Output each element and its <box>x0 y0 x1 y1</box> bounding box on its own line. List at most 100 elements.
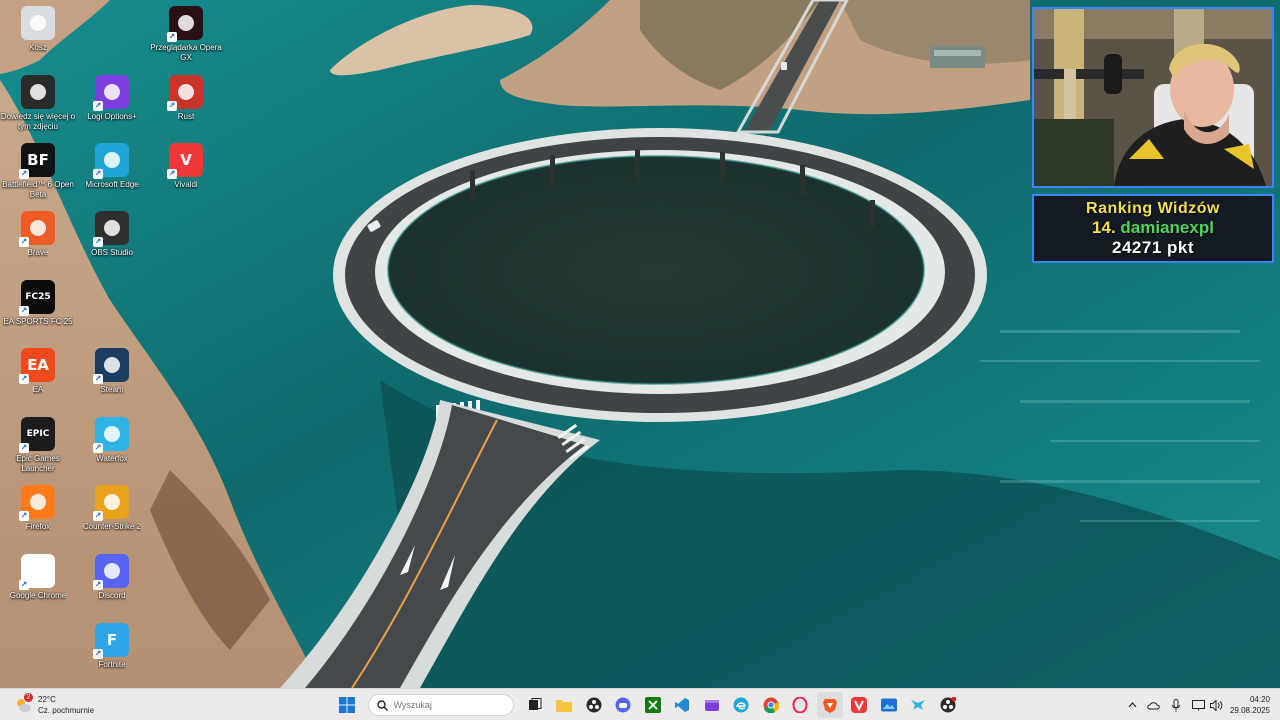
desktop-icon-rust-game[interactable]: ↗ Rust <box>148 75 224 141</box>
desktop-icon-camera-info[interactable]: Dowiedz się więcej o tym zdjęciu <box>0 75 76 141</box>
desktop-icon-recycle-bin[interactable]: Kosz <box>0 6 76 72</box>
icon-glyph: EA <box>27 356 49 374</box>
opera-gx-taskbar-button[interactable] <box>787 692 813 718</box>
weather-description: Cz. pochmurnie <box>38 706 95 715</box>
weather-badge: 2 <box>24 693 33 702</box>
shortcut-arrow-icon: ↗ <box>93 580 103 590</box>
shortcut-arrow-icon: ↗ <box>19 306 29 316</box>
network-button[interactable] <box>1190 692 1206 718</box>
cloud-sun-icon: 2 <box>14 693 33 714</box>
start-button[interactable] <box>334 692 360 718</box>
obs-taskbar-button[interactable] <box>581 692 607 718</box>
clock-time: 04:20 <box>1249 695 1270 704</box>
taskbar-search[interactable] <box>367 694 514 716</box>
opera-gx-icon <box>792 697 808 713</box>
edge-icon: ↗ <box>93 143 129 179</box>
icon-glyph: V <box>180 151 192 169</box>
folder-icon <box>556 700 572 712</box>
file-explorer-button[interactable] <box>551 692 577 718</box>
search-input[interactable] <box>393 700 504 710</box>
desktop-icon-ea-fc[interactable]: FC25 ↗ EA SPORTS FC 25 <box>0 280 76 346</box>
icon-glyph: F <box>106 631 118 649</box>
desktop-icon-fortnite[interactable]: F ↗ Fortnite <box>74 623 150 689</box>
brave-taskbar-button[interactable] <box>816 692 843 718</box>
opera-gx-icon: ↗ <box>167 6 203 42</box>
desktop-icon-steam[interactable]: ↗ Steam <box>74 348 150 414</box>
ranking-position: 14. <box>1092 217 1116 237</box>
obs-recording-icon <box>940 697 956 713</box>
ranking-points: 24271 pkt <box>1112 237 1194 257</box>
search-icon <box>376 699 388 711</box>
desktop-icon-epic-games[interactable]: EPIC ↗ Epic Games Launcher <box>0 417 76 483</box>
shortcut-arrow-icon: ↗ <box>93 511 103 521</box>
onedrive-button[interactable] <box>1146 692 1162 718</box>
desktop-icon-label: EA <box>32 385 44 394</box>
ranking-username: damianexpl <box>1120 217 1214 237</box>
chrome-taskbar-button[interactable] <box>758 692 784 718</box>
photos-taskbar-button[interactable] <box>876 692 902 718</box>
shortcut-arrow-icon: ↗ <box>167 101 177 111</box>
desktop-icon-discord[interactable]: ↗ Discord <box>74 554 150 620</box>
desktop-icon-chrome[interactable]: ↗ Google Chrome <box>0 554 76 620</box>
desktop-icon-label: Vivaldi <box>174 180 198 189</box>
desktop-icon-firefox[interactable]: ↗ Firefox <box>0 485 76 551</box>
desktop-icon-label: Discord <box>98 591 126 600</box>
desktop-icon-label: OBS Studio <box>91 248 133 257</box>
clipchamp-taskbar-button[interactable] <box>699 692 725 718</box>
streamer-webcam-image <box>1034 9 1272 186</box>
vivaldi-icon <box>851 697 867 713</box>
vscode-taskbar-button[interactable] <box>669 692 695 718</box>
edge-icon <box>733 697 749 713</box>
icon-glyph: FC25 <box>25 292 51 302</box>
desktop-icon-label: Battlefield™ 6 Open Beta <box>2 180 74 199</box>
shortcut-arrow-icon: ↗ <box>19 374 29 384</box>
ea-fc-icon: FC25 ↗ <box>19 280 55 316</box>
shortcut-arrow-icon: ↗ <box>19 580 29 590</box>
battlefield-icon: BF ↗ <box>19 143 55 179</box>
windows-logo-icon <box>339 697 355 713</box>
desktop-icon-brave-lion[interactable]: ↗ Brave <box>0 211 76 277</box>
clipchamp-icon <box>704 700 719 711</box>
counter-strike-icon: ↗ <box>93 485 129 521</box>
desktop-icon-obs-studio[interactable]: ↗ OBS Studio <box>74 211 150 277</box>
desktop-icon-edge[interactable]: ↗ Microsoft Edge <box>74 143 150 209</box>
task-view-button[interactable] <box>522 692 548 718</box>
desktop-icon-label: Brave <box>27 248 49 257</box>
edge-taskbar-button[interactable] <box>728 692 754 718</box>
desktop-icon-opera-gx[interactable]: ↗ Przeglądarka Opera GX <box>148 6 224 72</box>
desktop-icon-battlefield[interactable]: BF ↗ Battlefield™ 6 Open Beta <box>0 143 76 209</box>
microphone-button[interactable] <box>1168 692 1184 718</box>
shortcut-arrow-icon: ↗ <box>93 443 103 453</box>
desktop-icon-logi-options[interactable]: ↗ Logi Options+ <box>74 75 150 141</box>
chevron-up-icon <box>1128 702 1136 708</box>
desktop-icon-label: EA SPORTS FC 25 <box>3 317 73 326</box>
discord-icon: ↗ <box>93 554 129 590</box>
vivaldi-taskbar-button[interactable] <box>846 692 872 718</box>
desktop-icon-label: Firefox <box>25 522 51 531</box>
shortcut-arrow-icon: ↗ <box>93 374 103 384</box>
xbox-icon <box>644 697 661 713</box>
taskbar-clock[interactable]: 04:20 29.08.2025 <box>1230 694 1270 716</box>
desktop-icon-label: Fortnite <box>98 660 126 669</box>
chrome-icon <box>763 697 779 713</box>
waterfox-taskbar-button[interactable] <box>905 692 931 718</box>
show-hidden-icons-button[interactable] <box>1124 692 1140 718</box>
discord-taskbar-button[interactable] <box>610 692 636 718</box>
webcam-overlay <box>1032 7 1274 188</box>
icon-emblem <box>30 84 46 100</box>
icon-emblem <box>104 563 120 579</box>
obs-record-taskbar-button[interactable] <box>935 692 961 718</box>
steam-icon: ↗ <box>93 348 129 384</box>
volume-button[interactable] <box>1208 692 1224 718</box>
desktop-icon-vivaldi[interactable]: V ↗ Vivaldi <box>148 143 224 209</box>
desktop-icon-waterfox[interactable]: ↗ Waterfox <box>74 417 150 483</box>
weather-widget[interactable]: 2 22°C Cz. pochmurnie <box>14 693 94 717</box>
vscode-icon <box>675 698 689 712</box>
xbox-taskbar-button[interactable] <box>640 692 666 718</box>
shortcut-arrow-icon: ↗ <box>167 169 177 179</box>
desktop-icon-label: Epic Games Launcher <box>16 454 60 473</box>
desktop-icon-counter-strike[interactable]: ↗ Counter-Strike 2 <box>74 485 150 551</box>
icon-emblem <box>178 15 194 31</box>
desktop-icon-ea[interactable]: EA ↗ EA <box>0 348 76 414</box>
desktop-icon-label: Kosz <box>29 43 47 52</box>
